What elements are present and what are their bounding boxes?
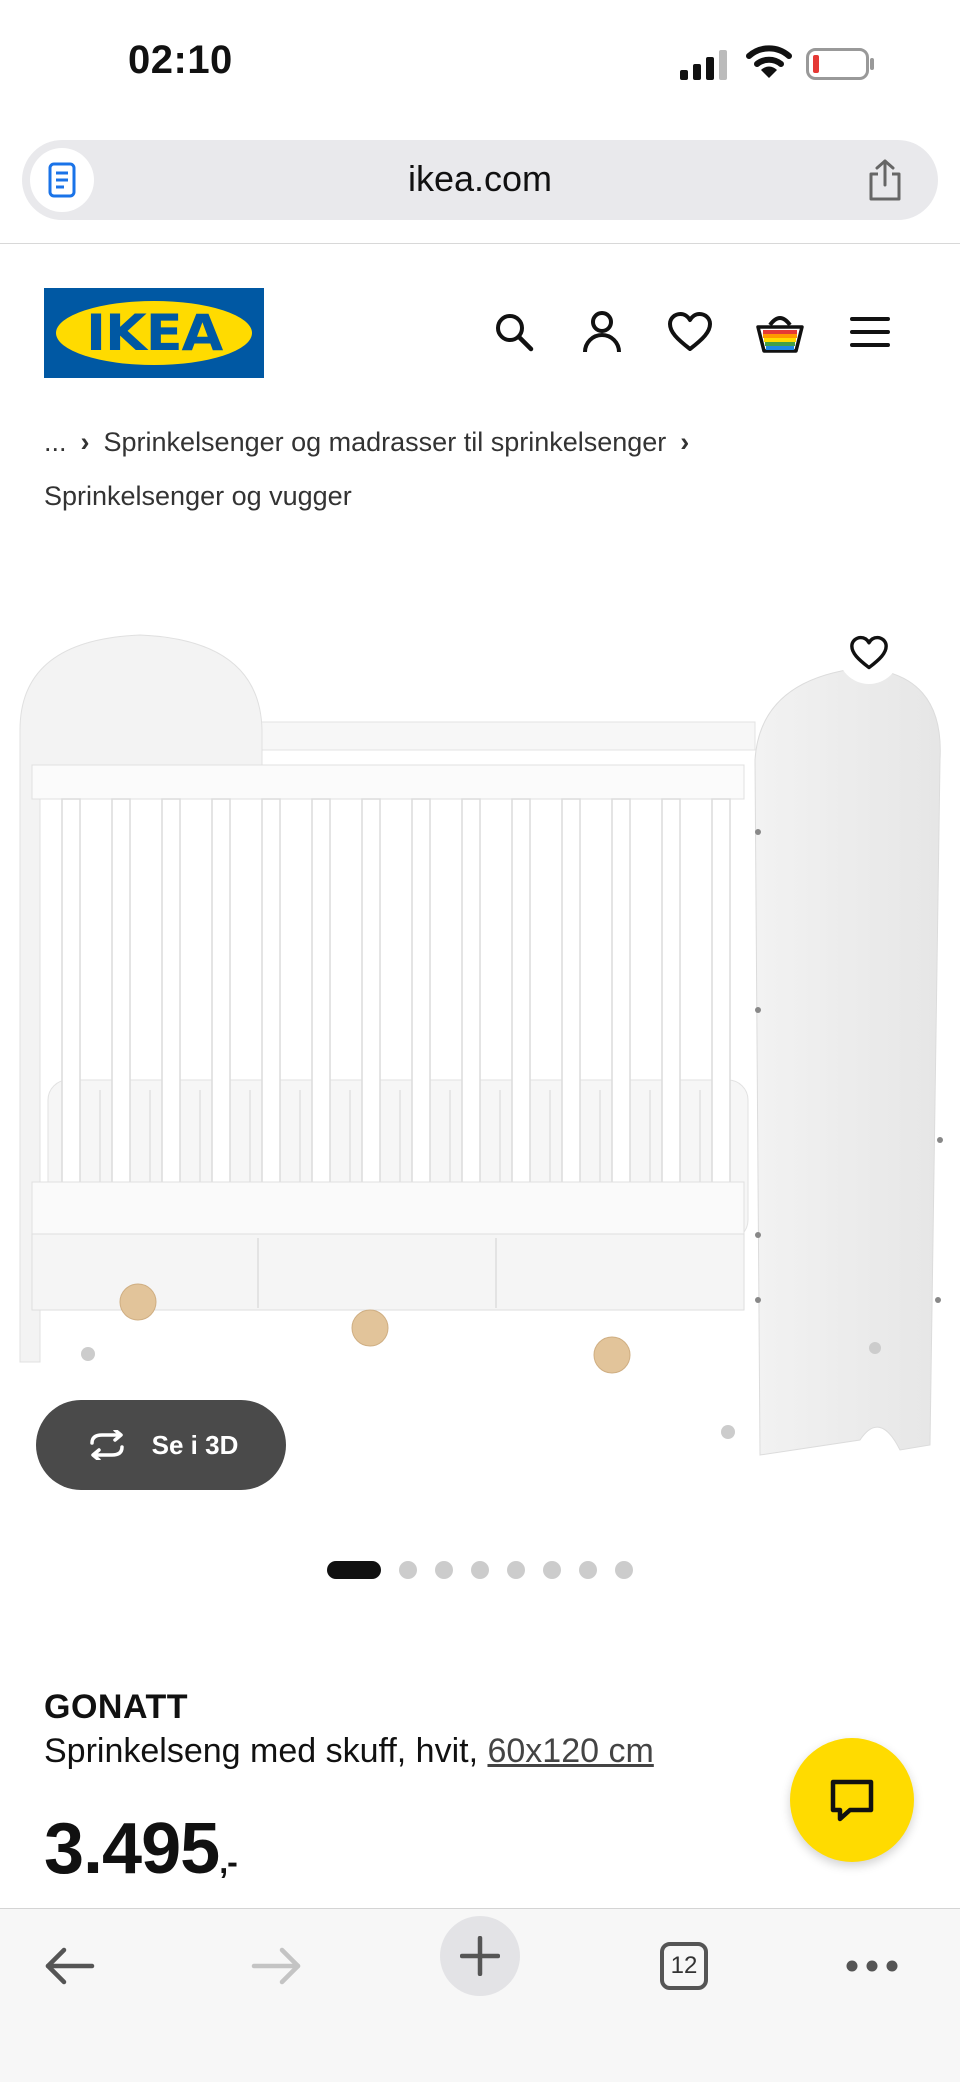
account-button[interactable] [572, 300, 632, 364]
forward-button[interactable] [236, 1926, 316, 2006]
product-size-link[interactable]: 60x120 cm [487, 1732, 653, 1770]
shopping-bag-icon [756, 316, 804, 353]
carousel-dot[interactable] [471, 1561, 489, 1579]
more-options-button[interactable] [832, 1926, 912, 2006]
heart-icon [668, 312, 712, 351]
image-carousel-indicator [0, 1560, 960, 1580]
carousel-dot[interactable] [507, 1561, 525, 1579]
view-in-3d-button[interactable]: Se i 3D [36, 1400, 286, 1490]
product-image[interactable] [0, 600, 960, 1480]
carousel-dot[interactable] [435, 1561, 453, 1579]
breadcrumb-ellipsis[interactable]: ... [44, 427, 67, 457]
more-dots-icon [846, 1960, 898, 1972]
carousel-dot[interactable] [327, 1561, 381, 1579]
breadcrumb: ... › Sprinkelsenger og madrasser til spri… [44, 415, 924, 523]
arrow-left-icon [45, 1947, 95, 1985]
search-icon [496, 314, 534, 352]
plus-icon [460, 1936, 500, 1976]
tab-count-badge: 12 [660, 1942, 708, 1990]
breadcrumb-item[interactable]: Sprinkelsenger og vugger [44, 481, 352, 511]
product-description: Sprinkelseng med skuff, hvit, 60x120 cm [44, 1732, 654, 1771]
ikea-logo[interactable]: IKEA [44, 288, 264, 378]
product-name: GONATT [44, 1688, 189, 1726]
chevron-right-icon: › [80, 427, 90, 457]
chevron-right-icon: › [680, 427, 690, 457]
carousel-dot[interactable] [543, 1561, 561, 1579]
share-icon [869, 159, 901, 201]
chat-button[interactable] [790, 1738, 914, 1862]
carousel-dot[interactable] [399, 1561, 417, 1579]
new-tab-button[interactable] [440, 1916, 520, 1996]
carousel-dot[interactable] [579, 1561, 597, 1579]
rotate-3d-icon [89, 1430, 124, 1460]
menu-button[interactable] [840, 300, 900, 364]
divider [0, 243, 960, 244]
carousel-dot[interactable] [615, 1561, 633, 1579]
product-description-text: Sprinkelseng med skuff, hvit, [44, 1732, 479, 1770]
search-button[interactable] [484, 300, 544, 364]
heart-icon [850, 635, 888, 670]
logo-text: IKEA [85, 304, 223, 362]
url-text[interactable]: ikea.com [0, 158, 960, 200]
status-time: 02:10 [128, 38, 233, 82]
hamburger-menu-icon [850, 317, 890, 347]
breadcrumb-item[interactable]: Sprinkelsenger og madrasser til sprinkel… [104, 427, 667, 457]
price-value: 3.495 [44, 1809, 220, 1889]
cellular-signal-icon [680, 50, 727, 80]
chat-bubble-icon [830, 1779, 874, 1822]
view-in-3d-label: Se i 3D [151, 1429, 239, 1460]
arrow-right-icon [251, 1947, 301, 1985]
product-price: 3.495,- [44, 1808, 238, 1890]
favourites-button[interactable] [660, 300, 720, 364]
tabs-button[interactable]: 12 [644, 1926, 724, 2006]
price-suffix: ,- [219, 1844, 238, 1880]
user-icon [583, 311, 621, 353]
logo-oval: IKEA [56, 301, 252, 365]
cart-button[interactable] [750, 300, 810, 364]
share-button[interactable] [860, 155, 910, 205]
wifi-icon [746, 45, 792, 78]
back-button[interactable] [30, 1926, 110, 2006]
save-to-favourites-button[interactable] [838, 622, 900, 684]
battery-low-icon [806, 48, 874, 80]
